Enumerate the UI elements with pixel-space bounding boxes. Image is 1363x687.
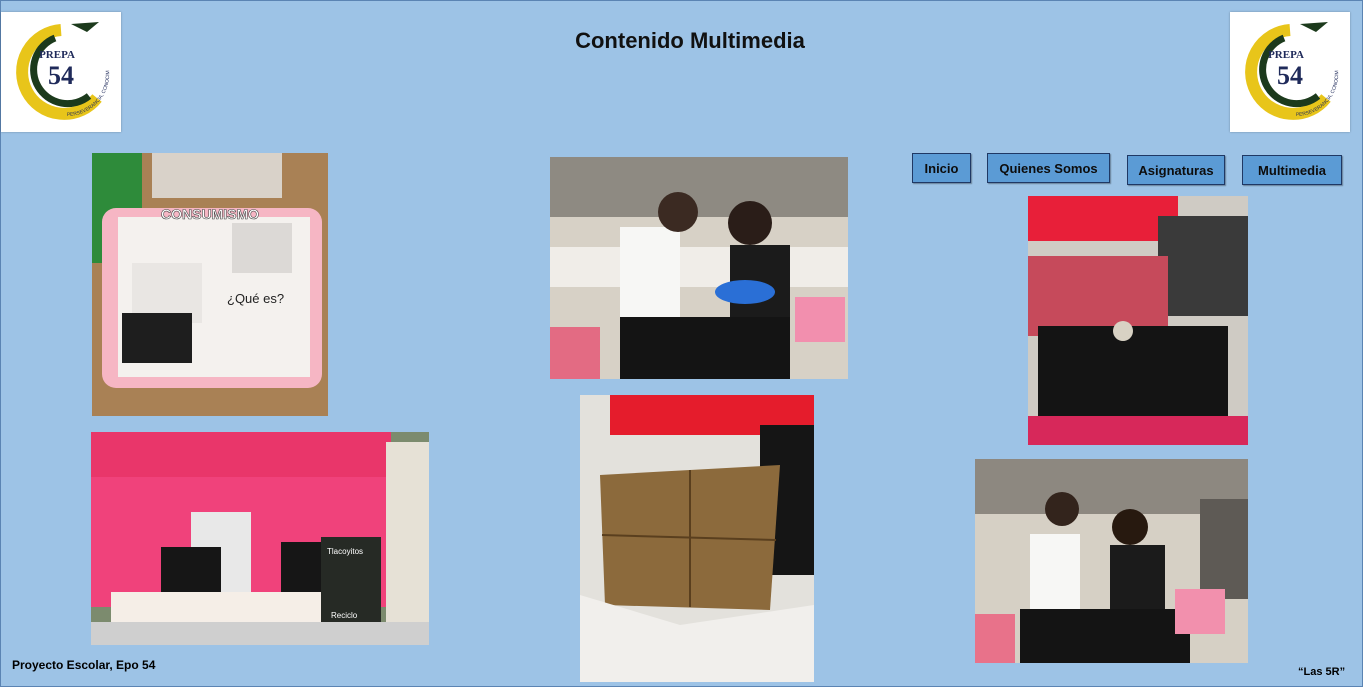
photo-pink-tent-stand[interactable]: Tlacoyitos Reciclo: [91, 432, 429, 645]
photo-tortillas-closeup[interactable]: [580, 395, 814, 682]
nav-quienes-somos-button[interactable]: Quienes Somos: [987, 153, 1110, 183]
nav-multimedia-button[interactable]: Multimedia: [1242, 155, 1342, 185]
nav-inicio-button[interactable]: Inicio: [912, 153, 971, 183]
logo-number: 54: [48, 61, 74, 90]
footer-slogan: “Las 5R”: [1298, 666, 1346, 678]
logo-name: PREPA: [39, 49, 75, 61]
poster-question: ¿Qué es?: [227, 291, 284, 306]
logo-name: PREPA: [1268, 49, 1304, 61]
stand-sign-line1: Tlacoyitos: [327, 547, 363, 556]
photo-consumismo-poster[interactable]: CONSUMISMO ¿Qué es?: [92, 153, 328, 416]
school-logo-left: PREPA 54 PERSEVERANCIA, CONOCIMIENTO Y R…: [1, 12, 121, 132]
school-logo-right: PREPA 54 PERSEVERANCIA, CONOCIMIENTO Y R…: [1230, 12, 1350, 132]
photo-food-stand-table[interactable]: [1028, 196, 1248, 445]
page-title: Contenido Multimedia: [575, 28, 805, 53]
photo-students-counter[interactable]: [975, 459, 1248, 663]
nav-asignaturas-button[interactable]: Asignaturas: [1127, 155, 1225, 185]
footer-project-label: Proyecto Escolar, Epo 54: [12, 658, 156, 672]
poster-heading: CONSUMISMO: [161, 206, 259, 222]
stand-sign-line2: Reciclo: [331, 611, 358, 620]
logo-number: 54: [1277, 61, 1303, 90]
photo-students-plate[interactable]: [550, 157, 848, 379]
